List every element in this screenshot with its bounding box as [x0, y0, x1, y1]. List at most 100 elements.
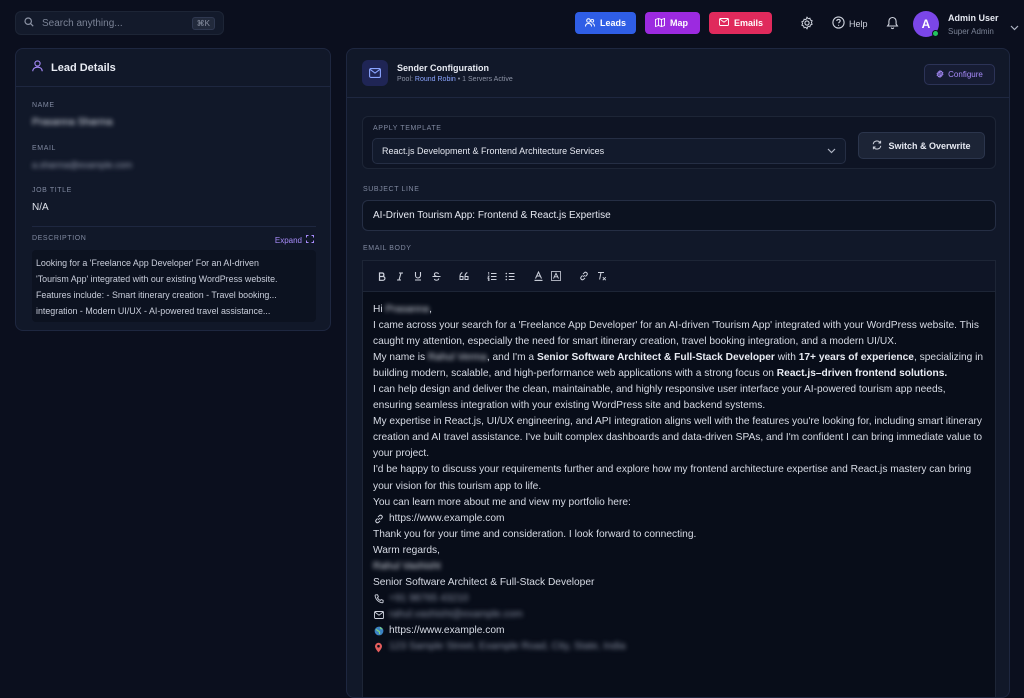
email-body-editor[interactable]: Hi Prasanna, I came across your search f…	[362, 291, 996, 697]
signature-email: rahul.vashisht@example.com	[373, 607, 985, 623]
leads-button[interactable]: Leads	[575, 12, 636, 34]
email-body-label: EMAIL BODY	[363, 245, 412, 252]
paragraph: I can help design and deliver the clean,…	[373, 384, 946, 412]
mail-icon	[719, 18, 729, 28]
template-label: APPLY TEMPLATE	[373, 125, 442, 132]
pool-name: Round Robin	[414, 76, 456, 83]
clear-format-icon[interactable]	[593, 267, 611, 285]
help-circle-icon	[832, 16, 845, 31]
paragraph: My expertise in React.js, UI/UX engineer…	[373, 416, 983, 460]
maximize-icon	[306, 235, 314, 245]
refresh-icon	[872, 140, 882, 152]
sender-name: Rahul Verma	[427, 352, 487, 364]
chevron-down-icon	[827, 146, 836, 156]
description-text: Looking for a 'Freelance App Developer' …	[32, 250, 316, 322]
sender-config-header: Sender Configuration Pool: Round Robin •…	[347, 49, 1009, 98]
bold-text: Senior Software Architect & Full-Stack D…	[536, 352, 775, 364]
switch-overwrite-button[interactable]: Switch & Overwrite	[858, 132, 985, 159]
paragraph: I'd be happy to discuss your requirement…	[373, 464, 972, 492]
divider	[32, 226, 316, 227]
sender-pool-info: Pool: Round Robin • 1 Servers Active	[397, 76, 513, 83]
globe-icon	[373, 625, 384, 636]
subject-input[interactable]: AI-Driven Tourism App: Frontend & React.…	[362, 200, 996, 231]
template-select[interactable]: React.js Development & Frontend Architec…	[372, 138, 846, 164]
quote-icon[interactable]	[455, 267, 473, 285]
chevron-down-icon[interactable]	[1010, 18, 1019, 36]
expand-button[interactable]: Expand	[275, 235, 314, 245]
signature-name: Rahul Vashisht	[373, 560, 441, 572]
subject-label: SUBJECT LINE	[363, 186, 420, 193]
help-label: Help	[849, 18, 868, 29]
portfolio-link-line[interactable]: https://www.example.com	[373, 511, 985, 527]
link-icon	[373, 513, 384, 524]
search-input[interactable]: Search anything...	[42, 18, 184, 29]
configure-button[interactable]: Configure	[924, 64, 995, 85]
shortcut-badge: ⌘K	[191, 16, 215, 30]
mail-icon	[362, 60, 388, 86]
text: , and I'm a	[486, 352, 535, 364]
description-label: DESCRIPTION	[32, 235, 87, 242]
ordered-list-icon[interactable]	[483, 267, 501, 285]
signature-website[interactable]: https://www.example.com	[373, 623, 985, 639]
help-button[interactable]: Help	[832, 16, 868, 31]
gear-icon[interactable]	[800, 16, 814, 30]
highlight-icon[interactable]	[547, 267, 565, 285]
portfolio-url[interactable]: https://www.example.com	[389, 511, 505, 527]
top-bar: Search anything... ⌘K Leads Map Emails H…	[0, 0, 1024, 46]
online-status-dot	[932, 30, 939, 37]
signature-title: Senior Software Architect & Full-Stack D…	[373, 576, 595, 588]
template-selected-value: React.js Development & Frontend Architec…	[382, 146, 605, 156]
bold-text: React.js–driven frontend solutions.	[776, 368, 948, 380]
pool-prefix: Pool:	[397, 76, 413, 83]
bell-icon[interactable]	[886, 16, 900, 30]
address-text: 123 Sample Street, Example Road, City, S…	[389, 640, 626, 652]
search-bar[interactable]: Search anything... ⌘K	[15, 11, 224, 35]
sender-config-title: Sender Configuration	[397, 63, 489, 73]
job-title-value: N/A	[32, 202, 49, 213]
italic-icon[interactable]	[391, 267, 409, 285]
emails-button-label: Emails	[734, 18, 764, 28]
lead-details-title: Lead Details	[51, 61, 116, 74]
job-title-label: JOB TITLE	[32, 187, 72, 194]
name-value: Prasanna Sharma	[32, 117, 113, 128]
email-address: rahul.vashisht@example.com	[389, 608, 523, 620]
signature-address: 123 Sample Street, Example Road, City, S…	[373, 639, 985, 655]
greeting-line: Hi Prasanna,	[373, 304, 432, 315]
website-url[interactable]: https://www.example.com	[389, 623, 505, 639]
description-line: 'Tourism App' integrated with our existi…	[36, 274, 278, 284]
map-button-label: Map	[670, 18, 688, 28]
avatar-initial: A	[921, 17, 931, 31]
template-section: APPLY TEMPLATE React.js Development & Fr…	[362, 116, 996, 169]
user-icon	[32, 59, 43, 77]
avatar[interactable]: A	[913, 11, 939, 37]
paragraph: My name is Rahul Verma, and I'm a Senior…	[373, 350, 985, 382]
paragraph: I came across your search for a 'Freelan…	[373, 320, 979, 348]
underline-icon[interactable]	[409, 267, 427, 285]
link-icon[interactable]	[575, 267, 593, 285]
greeting-text: Hi	[373, 304, 383, 315]
editor-toolbar	[362, 260, 996, 291]
phone-number: +91 98765 43210	[389, 592, 469, 604]
map-button[interactable]: Map	[645, 12, 700, 34]
expand-label: Expand	[274, 235, 302, 245]
text: My name is	[373, 352, 426, 364]
email-label: EMAIL	[32, 145, 57, 152]
paragraph: Warm regards,	[373, 544, 440, 556]
paragraph: Thank you for your time and consideratio…	[373, 528, 697, 540]
user-name: Admin User	[948, 13, 999, 23]
email-composer-card: Sender Configuration Pool: Round Robin •…	[346, 48, 1010, 698]
configure-label: Configure	[948, 70, 983, 79]
strikethrough-icon[interactable]	[427, 267, 445, 285]
paragraph: You can learn more about me and view my …	[373, 496, 631, 508]
user-role: Super Admin	[948, 27, 994, 36]
bullet-list-icon[interactable]	[501, 267, 519, 285]
map-pin-icon	[373, 642, 384, 653]
emails-button[interactable]: Emails	[709, 12, 772, 34]
name-label: NAME	[32, 102, 55, 109]
text-color-icon[interactable]	[529, 267, 547, 285]
bold-icon[interactable]	[373, 267, 391, 285]
description-line: Features include: - Smart itinerary crea…	[36, 290, 277, 300]
switch-overwrite-label: Switch & Overwrite	[888, 140, 971, 151]
description-line: integration - Modern UI/UX - AI-powered …	[36, 306, 271, 316]
greeting-name: Prasanna	[385, 304, 430, 315]
